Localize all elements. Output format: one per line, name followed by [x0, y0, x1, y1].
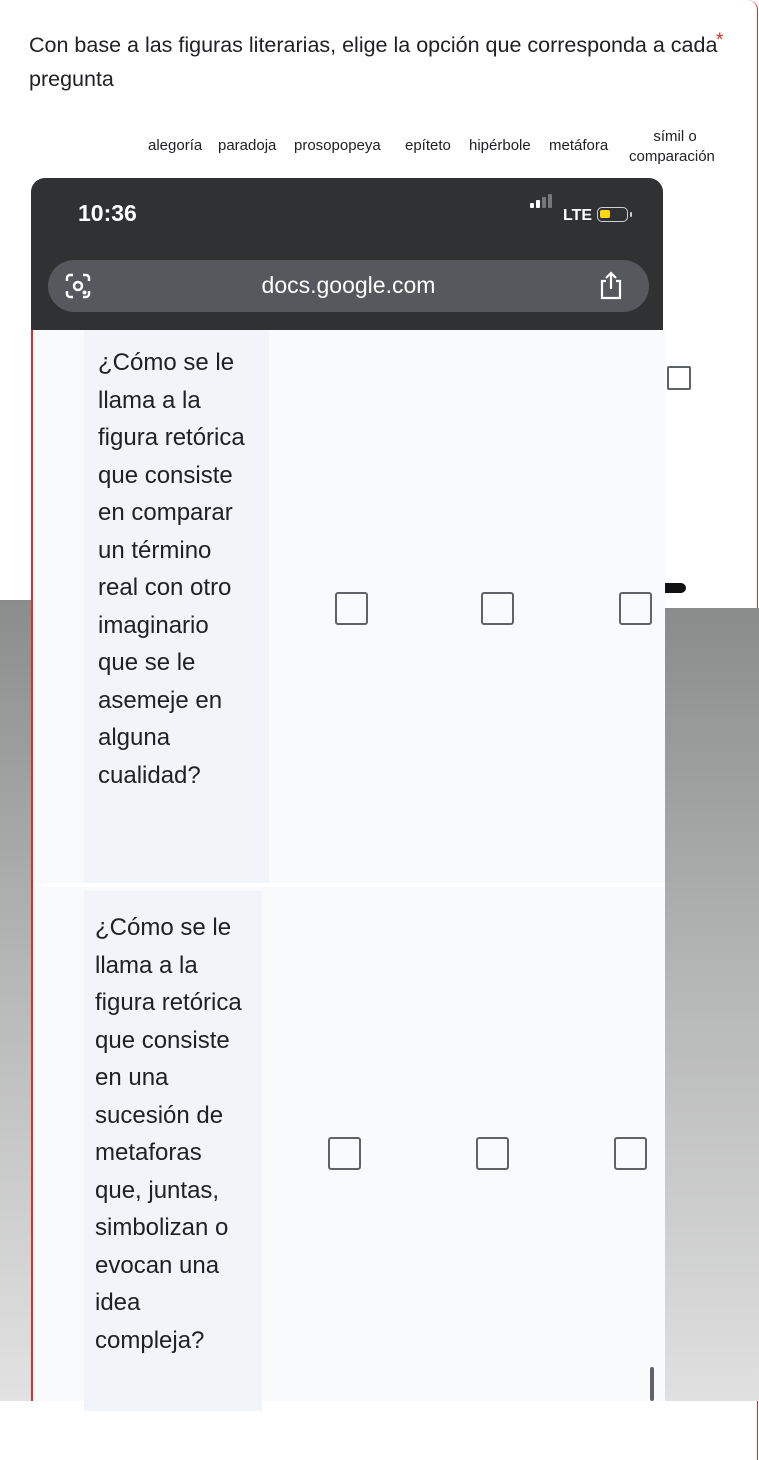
column-header-simil-line1: símil o [653, 128, 697, 145]
browser-url-bar[interactable]: docs.google.com [48, 260, 649, 312]
question-title: Con base a las figuras literarias, elige… [29, 33, 718, 91]
column-header-prosopopeya: prosopopeya [294, 137, 381, 154]
column-header-simil-line2: comparación [629, 148, 715, 165]
column-header-epiteto: epíteto [405, 137, 451, 154]
scrollbar-thumb[interactable] [650, 1367, 654, 1401]
checkbox-grid: ¿Cómo se le llama a la figura retórica q… [31, 330, 691, 1411]
checkbox-row1-col3[interactable] [619, 592, 652, 625]
row-label-2: ¿Cómo se le llama a la figura retórica q… [84, 891, 262, 1411]
row-label-1: ¿Cómo se le llama a la figura retórica q… [84, 330, 269, 883]
column-header-metafora: metáfora [549, 137, 609, 154]
phone-screenshot: 10:36 LTE docs.google.com ¿Cómo se le ll… [31, 178, 691, 1411]
checkbox-row1-col1[interactable] [335, 592, 368, 625]
checkbox-row2-col1[interactable] [328, 1137, 361, 1170]
required-asterisk: * [716, 30, 724, 51]
checkbox-row1-col2[interactable] [481, 592, 514, 625]
checkbox-row2-col3[interactable] [614, 1137, 647, 1170]
network-label: LTE [563, 207, 593, 224]
battery-nub [630, 212, 632, 217]
column-header-paradoja: paradoja [218, 137, 277, 154]
row-divider [33, 883, 665, 887]
status-time: 10:36 [78, 200, 137, 226]
column-header-simil: símil o comparación [629, 127, 749, 167]
column-header-hiperbole: hipérbole [469, 137, 531, 154]
url-text[interactable]: docs.google.com [48, 272, 649, 299]
share-icon[interactable] [598, 271, 624, 306]
battery-icon [597, 207, 628, 222]
background-overlay-right [659, 608, 759, 1401]
ios-status-bar: 10:36 LTE docs.google.com [31, 178, 663, 330]
checkbox-row2-col2[interactable] [476, 1137, 509, 1170]
checkbox-previous-row[interactable] [667, 366, 691, 390]
column-header-alegoria: alegoría [148, 137, 203, 154]
